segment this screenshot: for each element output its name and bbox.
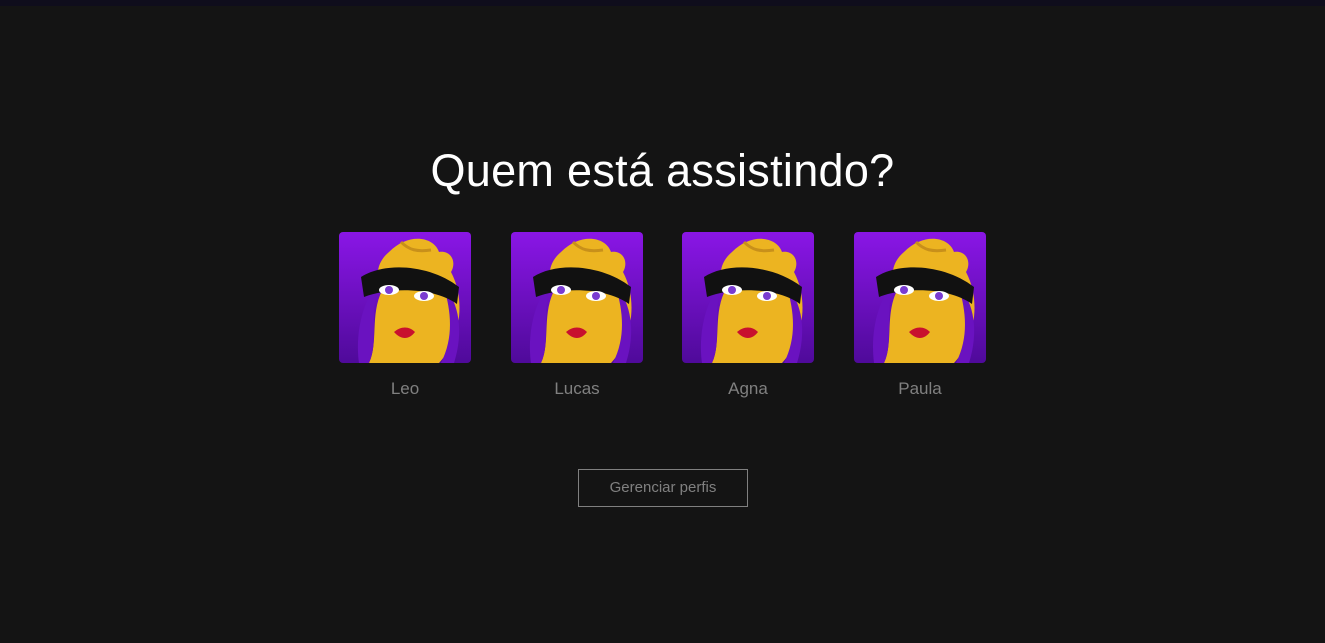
manage-profiles-button[interactable]: Gerenciar perfis — [578, 469, 748, 507]
masked-woman-avatar-icon[interactable] — [682, 232, 814, 363]
page-title: Quem está assistindo? — [430, 145, 895, 196]
profile-card-leo[interactable]: Leo — [339, 232, 471, 399]
profile-card-agna[interactable]: Agna — [682, 232, 814, 399]
profile-name[interactable]: Paula — [854, 379, 986, 399]
profile-card-paula[interactable]: Paula — [854, 232, 986, 399]
profile-list: Leo Lucas Agna Paula — [339, 232, 986, 402]
profile-name[interactable]: Lucas — [511, 379, 643, 399]
masked-woman-avatar-icon[interactable] — [339, 232, 471, 363]
profile-name[interactable]: Leo — [339, 379, 471, 399]
masked-woman-avatar-icon[interactable] — [511, 232, 643, 363]
profile-card-lucas[interactable]: Lucas — [511, 232, 643, 399]
profile-name[interactable]: Agna — [682, 379, 814, 399]
masked-woman-avatar-icon[interactable] — [854, 232, 986, 363]
top-bar — [0, 0, 1325, 6]
